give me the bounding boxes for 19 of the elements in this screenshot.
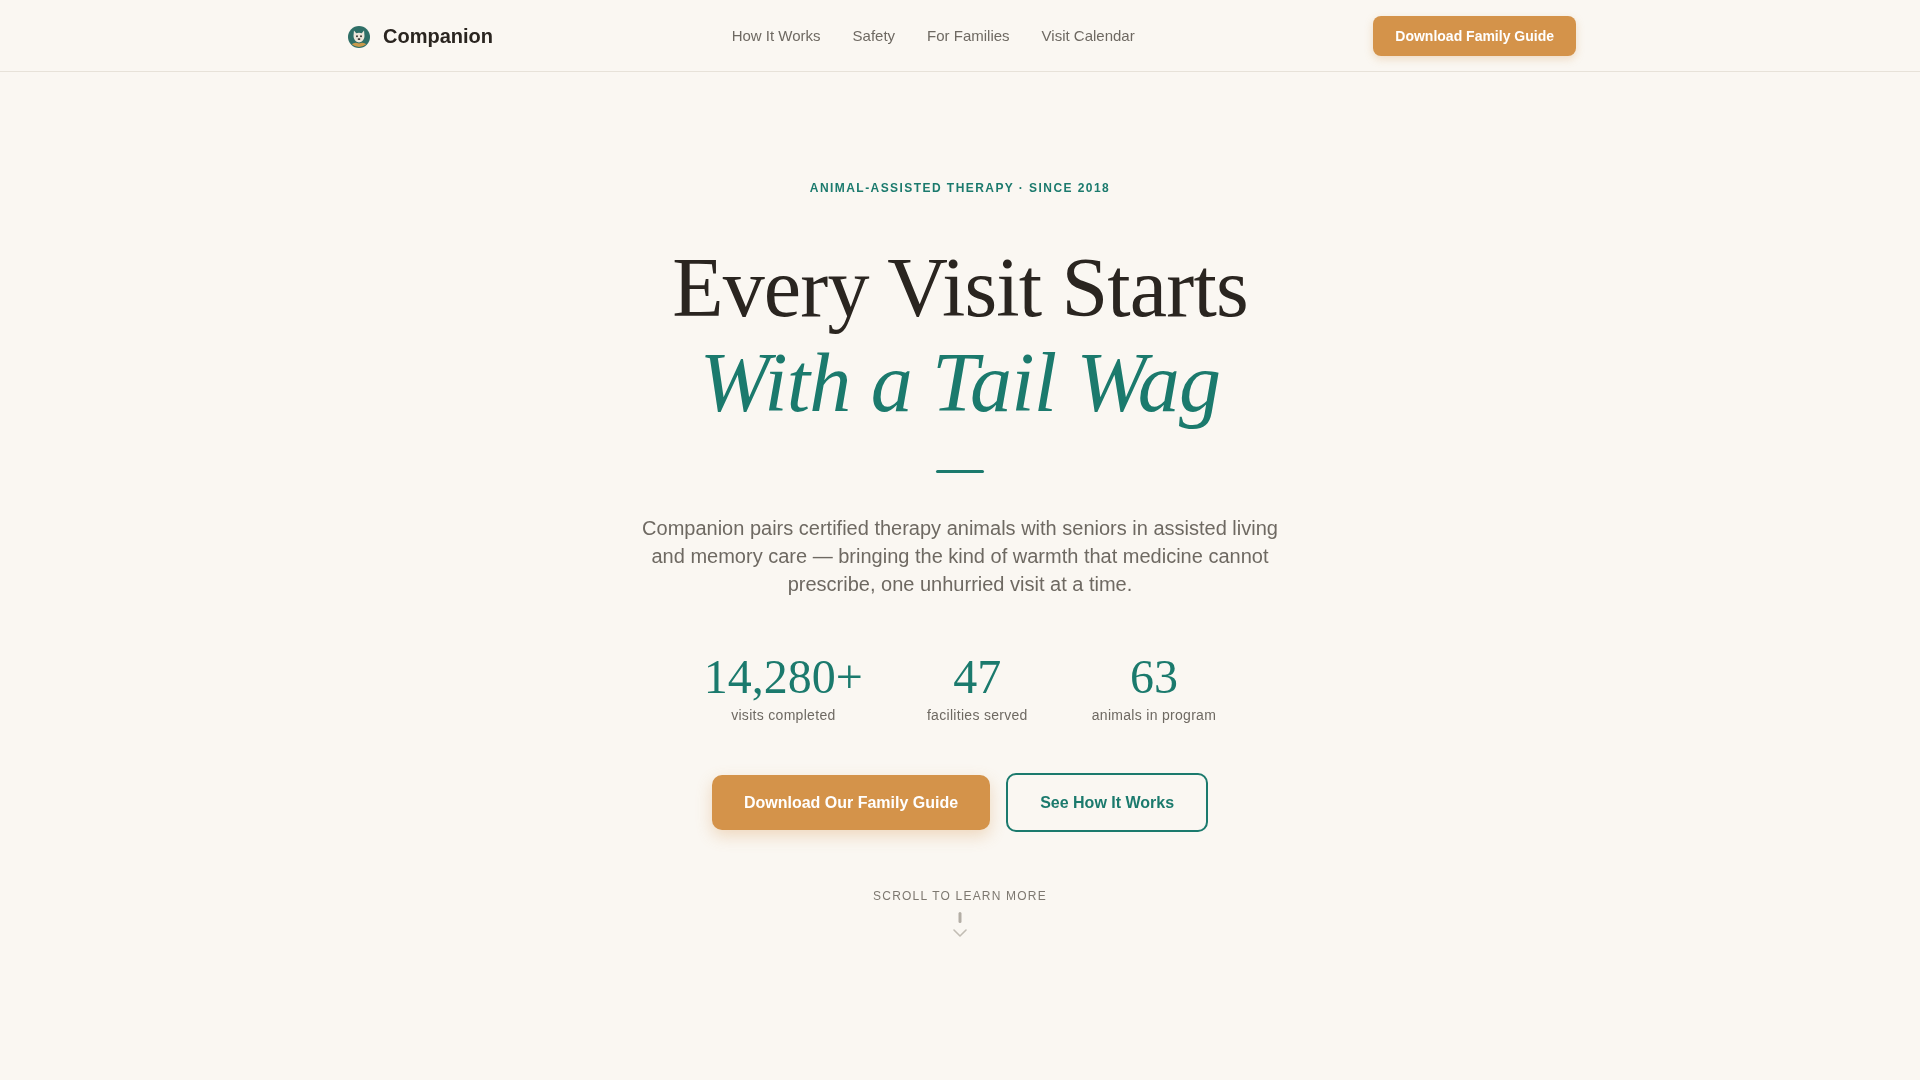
nav-link[interactable]: How It Works (731, 27, 821, 44)
stat-value: 47 (953, 650, 1002, 703)
stat-value: 63 (1129, 650, 1178, 703)
headline-accent-text: With a Tail Wag (699, 335, 1221, 430)
stat-label: facilities served (926, 706, 1028, 725)
scroll-hint-text: SCROLL TO LEARN MORE (873, 888, 1047, 904)
stat-value: 14,280+ (703, 650, 863, 703)
dog-logo-icon (348, 25, 370, 48)
nav-link[interactable]: Visit Calendar (1041, 27, 1135, 44)
headline-text: Every Visit Starts (672, 240, 1248, 335)
nav-link[interactable]: Safety (852, 27, 896, 44)
stat-label: visits completed (731, 706, 836, 725)
nav-link[interactable]: For Families (927, 27, 1010, 44)
hero-description: Companion pairs certified therapy animals with seniors in assisted living and memory care — bringing the kind of warmth that medicine cannot prescribe, one unhurried visit at a time. (641, 516, 1279, 597)
eyebrow-text: ANIMAL-ASSISTED THERAPY · SINCE 2018 (809, 180, 1111, 196)
how-it-works-button[interactable]: See How It Works (1006, 773, 1209, 832)
stat-label: animals in program (1091, 706, 1217, 725)
brand-link[interactable]: Companion (344, 23, 493, 48)
scroll-down-icon (953, 912, 967, 937)
